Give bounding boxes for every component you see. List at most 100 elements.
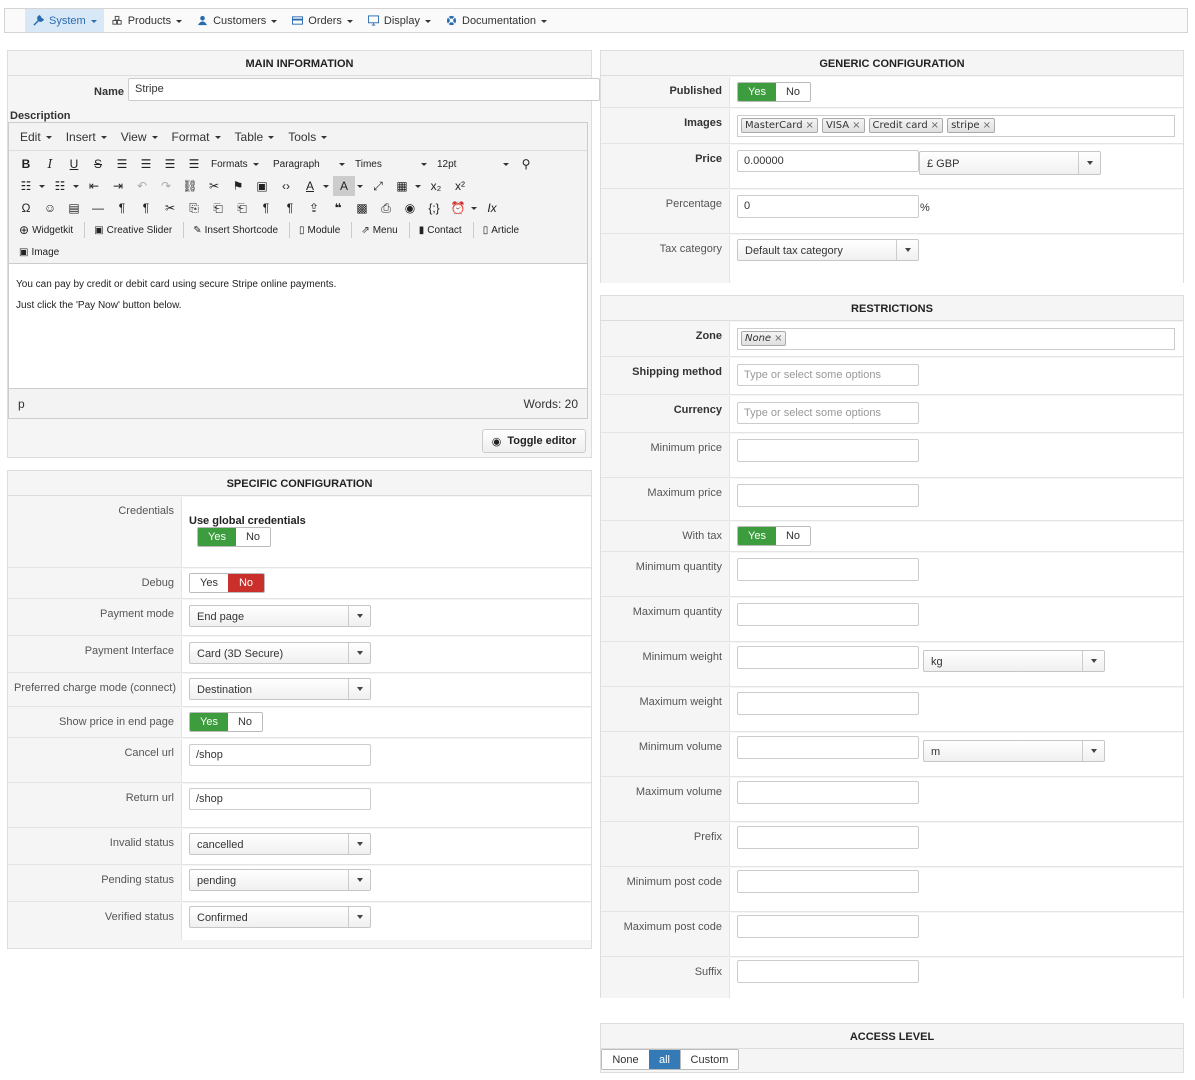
max-price-input[interactable] xyxy=(737,484,919,507)
nonbreaking-icon[interactable]: ¶ xyxy=(255,198,277,218)
strikethrough-icon[interactable]: S xyxy=(87,154,109,174)
access-none[interactable]: None xyxy=(602,1050,649,1069)
image-icon[interactable]: ▣ xyxy=(251,176,273,196)
with-tax-toggle[interactable]: Yes No xyxy=(737,526,811,546)
cut-icon[interactable]: ✂ xyxy=(159,198,181,218)
show-price-yes[interactable]: Yes xyxy=(190,713,228,731)
align-center-icon[interactable]: ☰ xyxy=(135,154,157,174)
prefix-input[interactable] xyxy=(737,826,919,849)
nav-products[interactable]: Products xyxy=(104,9,189,32)
special-char-icon[interactable]: Ω xyxy=(15,198,37,218)
superscript-icon[interactable]: x² xyxy=(449,176,471,196)
tax-category-select[interactable]: Default tax category xyxy=(737,239,919,261)
preview-icon[interactable]: ◉ xyxy=(399,198,421,218)
menu-table[interactable]: Table xyxy=(228,130,282,144)
images-multiselect[interactable]: MasterCard × VISA × Credit card × stripe × xyxy=(737,115,1175,137)
paste-icon[interactable]: ⎗ xyxy=(207,198,229,218)
currency-select[interactable]: £ GBP xyxy=(919,151,1101,175)
bullet-list-icon[interactable]: ☷ xyxy=(15,176,37,196)
table-icon[interactable]: ▦ xyxy=(391,176,413,196)
font-family-dropdown[interactable]: Times xyxy=(351,154,431,174)
subscript-icon[interactable]: x₂ xyxy=(425,176,447,196)
menu-format[interactable]: Format xyxy=(165,130,228,144)
menu-edit[interactable]: Edit xyxy=(13,130,59,144)
credentials-yes[interactable]: Yes xyxy=(198,528,236,546)
contact-button[interactable]: ▮ Contact xyxy=(415,220,466,240)
max-qty-input[interactable] xyxy=(737,603,919,626)
charge-mode-select[interactable]: Destination xyxy=(189,678,371,700)
formats-dropdown[interactable]: Formats xyxy=(207,154,267,174)
max-volume-input[interactable] xyxy=(737,781,919,804)
remove-tag-icon[interactable]: × xyxy=(806,120,814,131)
underline-icon[interactable]: U xyxy=(63,154,85,174)
access-level-toggle[interactable]: None all Custom xyxy=(601,1049,739,1070)
remove-tag-icon[interactable]: × xyxy=(774,333,782,344)
menu-view[interactable]: View xyxy=(114,130,165,144)
numbered-list-icon[interactable]: ☷ xyxy=(49,176,71,196)
nav-system[interactable]: System xyxy=(25,9,104,32)
menu-tools[interactable]: Tools xyxy=(281,130,334,144)
widgetkit-button[interactable]: ⊕ Widgetkit xyxy=(15,220,77,240)
italic-icon[interactable]: I xyxy=(39,154,61,174)
font-size-dropdown[interactable]: 12pt xyxy=(433,154,513,174)
min-price-input[interactable] xyxy=(737,439,919,462)
image-tag-mastercard[interactable]: MasterCard × xyxy=(741,118,818,133)
invalid-status-select[interactable]: cancelled xyxy=(189,833,371,855)
volume-unit-select[interactable]: m xyxy=(923,740,1105,762)
return-url-input[interactable]: /shop xyxy=(189,788,371,810)
bold-icon[interactable]: B xyxy=(15,154,37,174)
ltr-icon[interactable]: ¶ xyxy=(111,198,133,218)
link-icon[interactable]: ⛓ xyxy=(179,176,201,196)
published-toggle[interactable]: Yes No xyxy=(737,82,811,102)
min-volume-input[interactable] xyxy=(737,736,919,759)
shipping-method-select[interactable]: Type or select some options xyxy=(737,364,919,386)
price-input[interactable]: 0.00000 xyxy=(737,150,919,172)
visual-aid-icon[interactable]: ▩ xyxy=(351,198,373,218)
nav-display[interactable]: Display xyxy=(360,9,438,32)
menu-button[interactable]: ⇗ Menu xyxy=(357,220,401,240)
bookmark-icon[interactable]: ⚑ xyxy=(227,176,249,196)
indent-icon[interactable]: ⇥ xyxy=(107,176,129,196)
zone-multiselect[interactable]: None × xyxy=(737,328,1175,350)
min-qty-input[interactable] xyxy=(737,558,919,581)
with-tax-yes[interactable]: Yes xyxy=(738,527,776,545)
find-replace-icon[interactable]: ⚲ xyxy=(515,154,537,174)
remove-tag-icon[interactable]: × xyxy=(931,120,939,131)
cancel-url-input[interactable]: /shop xyxy=(189,744,371,766)
rtl-icon[interactable]: ¶ xyxy=(135,198,157,218)
horizontal-rule-icon[interactable]: — xyxy=(87,198,109,218)
weight-unit-select[interactable]: kg xyxy=(923,650,1105,672)
nav-documentation[interactable]: Documentation xyxy=(438,9,554,32)
image-tag-credit-card[interactable]: Credit card × xyxy=(868,118,944,133)
insert-datetime-icon[interactable]: ⏰ xyxy=(447,198,469,218)
show-price-no[interactable]: No xyxy=(228,713,262,731)
clear-formatting-icon[interactable]: Ix xyxy=(481,198,503,218)
debug-no[interactable]: No xyxy=(228,574,264,592)
creative-slider-button[interactable]: ▣ Creative Slider xyxy=(90,220,176,240)
emoticons-icon[interactable]: ☺ xyxy=(39,198,61,218)
debug-yes[interactable]: Yes xyxy=(190,574,228,592)
nav-orders[interactable]: Orders xyxy=(284,9,360,32)
unlink-icon[interactable]: ✂ xyxy=(203,176,225,196)
pending-status-select[interactable]: pending xyxy=(189,869,371,891)
module-button[interactable]: ▯ Module xyxy=(295,220,344,240)
credentials-no[interactable]: No xyxy=(236,528,270,546)
undo-icon[interactable]: ↶ xyxy=(131,176,153,196)
paste-text-icon[interactable]: ⎗ xyxy=(231,198,253,218)
debug-toggle[interactable]: Yes No xyxy=(189,573,265,593)
name-input[interactable]: Stripe xyxy=(128,78,600,101)
image-tag-visa[interactable]: VISA × xyxy=(821,118,865,133)
suffix-input[interactable] xyxy=(737,960,919,983)
image-tag-stripe[interactable]: stripe × xyxy=(947,118,995,133)
text-color-icon[interactable]: A xyxy=(299,176,321,196)
with-tax-no[interactable]: No xyxy=(776,527,810,545)
min-weight-input[interactable] xyxy=(737,646,919,669)
menu-insert[interactable]: Insert xyxy=(59,130,114,144)
remove-tag-icon[interactable]: × xyxy=(983,120,991,131)
use-global-credentials-toggle[interactable]: Yes No xyxy=(197,527,271,547)
element-path[interactable]: p xyxy=(18,397,25,411)
verified-status-select[interactable]: Confirmed xyxy=(189,906,371,928)
min-postcode-input[interactable] xyxy=(737,870,919,893)
access-custom[interactable]: Custom xyxy=(680,1050,738,1069)
template-icon[interactable]: ⇪ xyxy=(303,198,325,218)
